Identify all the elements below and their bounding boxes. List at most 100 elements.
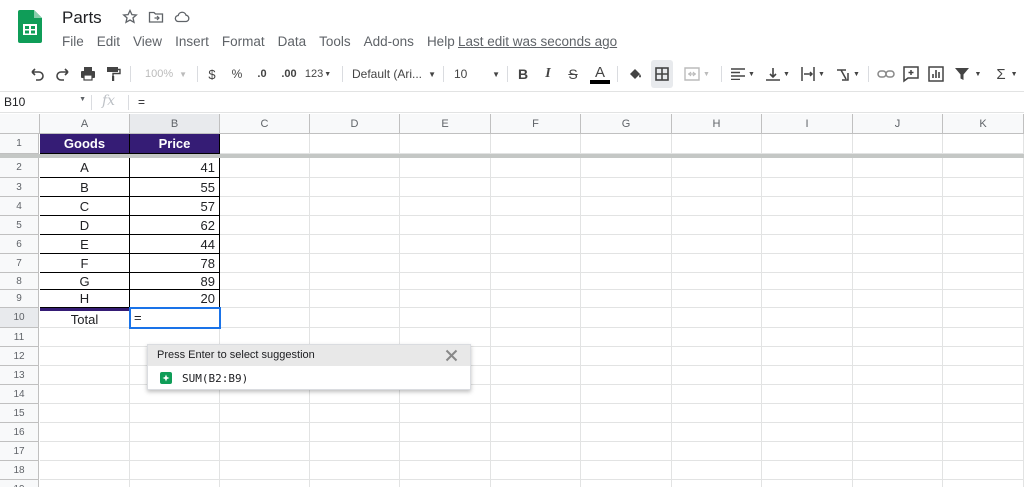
row-header[interactable]: 4	[0, 197, 39, 216]
grid-cell[interactable]	[400, 216, 491, 235]
row-header[interactable]: 12	[0, 347, 39, 366]
grid-cell[interactable]	[853, 480, 943, 487]
grid-cell[interactable]	[130, 461, 220, 480]
grid-cell[interactable]	[672, 254, 762, 273]
grid-cell[interactable]	[400, 178, 491, 197]
grid-cell[interactable]	[400, 308, 491, 328]
goods-cell[interactable]: A	[40, 158, 130, 178]
column-header-i[interactable]: I	[762, 114, 853, 134]
grid-cell[interactable]	[400, 134, 491, 154]
grid-cell[interactable]	[762, 423, 853, 442]
row-header[interactable]: 10	[0, 308, 39, 328]
grid-cell[interactable]	[672, 423, 762, 442]
grid-cell[interactable]	[220, 480, 310, 487]
grid-cell[interactable]	[40, 461, 130, 480]
grid-cell[interactable]	[943, 158, 1024, 178]
move-folder-icon[interactable]	[148, 9, 164, 25]
grid-cell[interactable]	[130, 442, 220, 461]
grid-cell[interactable]	[310, 461, 400, 480]
row-header[interactable]: 17	[0, 442, 39, 461]
row-header[interactable]: 11	[0, 328, 39, 347]
grid-cell[interactable]	[581, 366, 672, 385]
grid-cell[interactable]	[853, 273, 943, 290]
grid-cell[interactable]	[400, 404, 491, 423]
grid-cell[interactable]	[491, 134, 581, 154]
grid-cell[interactable]	[581, 328, 672, 347]
grid-cell[interactable]	[853, 328, 943, 347]
grid-cell[interactable]	[853, 461, 943, 480]
grid-cell[interactable]	[853, 216, 943, 235]
grid-cell[interactable]	[581, 385, 672, 404]
grid-cell[interactable]	[943, 216, 1024, 235]
grid-cell[interactable]	[762, 273, 853, 290]
grid-cell[interactable]	[491, 254, 581, 273]
horizontal-align-button[interactable]: ▼	[729, 60, 757, 88]
grid-cell[interactable]	[762, 216, 853, 235]
grid-cell[interactable]	[130, 404, 220, 423]
grid-cell[interactable]	[491, 235, 581, 254]
grid-cell[interactable]	[130, 423, 220, 442]
grid-cell[interactable]	[762, 235, 853, 254]
spreadsheet-grid[interactable]: A B C D E F G H I J K 1 2 3 4 5 6 7 8 9 10 11 12 13 1…	[0, 114, 1024, 487]
grid-cell[interactable]	[943, 273, 1024, 290]
grid-cell[interactable]	[943, 442, 1024, 461]
grid-cell[interactable]	[40, 366, 130, 385]
star-icon[interactable]	[122, 9, 138, 25]
bold-button[interactable]: B	[516, 60, 530, 88]
grid-cell[interactable]	[581, 235, 672, 254]
grid-cell[interactable]	[943, 423, 1024, 442]
cloud-saved-icon[interactable]	[174, 9, 190, 25]
row-header[interactable]: 7	[0, 254, 39, 273]
grid-cell[interactable]	[853, 308, 943, 328]
name-box[interactable]: B10 ▼	[4, 95, 88, 109]
percent-button[interactable]: %	[229, 60, 245, 88]
grid-cell[interactable]	[672, 235, 762, 254]
grid-cell[interactable]	[943, 385, 1024, 404]
grid-cell[interactable]	[220, 461, 310, 480]
price-cell[interactable]: 57	[130, 197, 220, 216]
filter-button[interactable]: ▼	[952, 60, 984, 88]
grid-cell[interactable]	[762, 308, 853, 328]
price-cell[interactable]: 62	[130, 216, 220, 235]
font-size-select[interactable]: 10 ▼	[454, 60, 500, 88]
row-header[interactable]: 14	[0, 385, 39, 404]
total-label[interactable]: Total	[40, 308, 130, 328]
row-header[interactable]: 5	[0, 216, 39, 235]
menu-help[interactable]: Help	[427, 34, 455, 50]
grid-cell[interactable]	[943, 197, 1024, 216]
grid-cell[interactable]	[943, 134, 1024, 154]
grid-cell[interactable]	[762, 290, 853, 308]
grid-cell[interactable]	[220, 442, 310, 461]
grid-cell[interactable]	[581, 158, 672, 178]
column-header-d[interactable]: D	[310, 114, 400, 134]
goods-cell[interactable]: H	[40, 290, 130, 308]
grid-cell[interactable]	[491, 366, 581, 385]
grid-cell[interactable]	[40, 347, 130, 366]
text-rotation-button[interactable]: ▼	[834, 60, 862, 88]
text-color-button[interactable]: A	[590, 60, 610, 88]
grid-cell[interactable]	[762, 385, 853, 404]
grid-cell[interactable]	[491, 347, 581, 366]
price-cell[interactable]: 89	[130, 273, 220, 290]
grid-cell[interactable]	[672, 347, 762, 366]
grid-cell[interactable]	[491, 423, 581, 442]
grid-cell[interactable]	[491, 328, 581, 347]
grid-cell[interactable]	[853, 442, 943, 461]
grid-cell[interactable]	[310, 308, 400, 328]
paint-format-icon[interactable]	[104, 60, 122, 88]
grid-cell[interactable]	[581, 254, 672, 273]
goods-cell[interactable]: E	[40, 235, 130, 254]
grid-cell[interactable]	[310, 480, 400, 487]
column-header-g[interactable]: G	[581, 114, 672, 134]
goods-cell[interactable]: D	[40, 216, 130, 235]
grid-cell[interactable]	[943, 254, 1024, 273]
suggestion-item[interactable]: SUM(B2:B9)	[148, 366, 470, 390]
grid-cell[interactable]	[762, 254, 853, 273]
grid-cell[interactable]	[400, 197, 491, 216]
grid-cell[interactable]	[310, 273, 400, 290]
increase-decimal-button[interactable]: .00	[279, 60, 299, 88]
grid-cell[interactable]	[581, 347, 672, 366]
menu-data[interactable]: Data	[278, 34, 307, 50]
grid-cell[interactable]	[310, 235, 400, 254]
price-cell[interactable]: 44	[130, 235, 220, 254]
